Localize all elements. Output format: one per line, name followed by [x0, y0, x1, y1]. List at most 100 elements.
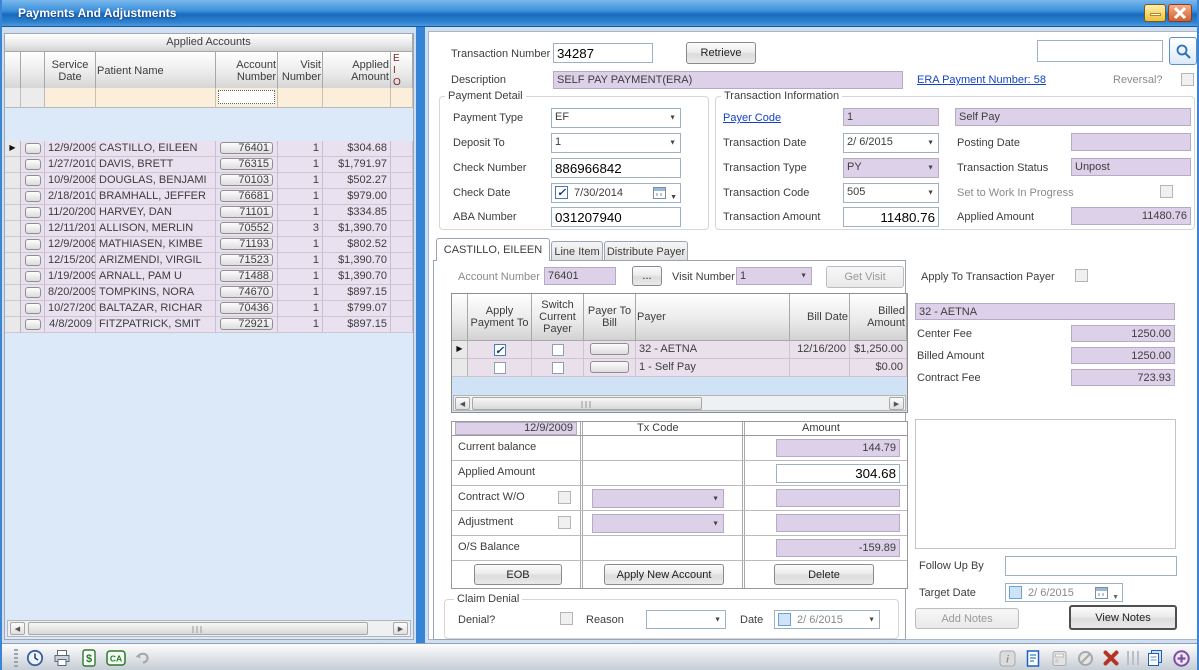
transaction-number-input[interactable] [553, 43, 653, 63]
row-select[interactable] [21, 237, 45, 253]
visit-number-dropdown[interactable]: 1 [736, 267, 812, 285]
wip-checkbox[interactable] [1160, 185, 1173, 198]
add-circle-icon[interactable] [1171, 648, 1191, 668]
transaction-code-dropdown[interactable]: 505 [843, 183, 939, 203]
info-icon[interactable]: i [997, 648, 1017, 668]
table-row[interactable]: 11/20/200HARVEY, DAN 71101 1$334.85 [5, 205, 413, 221]
delete-x-icon[interactable] [1101, 648, 1121, 668]
table-row[interactable]: 4/8/2009FITZPATRICK, SMIT 72921 1$897.15 [5, 317, 413, 333]
get-visit-button[interactable]: Get Visit [826, 266, 904, 288]
scrollbar-thumb[interactable] [472, 397, 702, 410]
follow-up-by-input[interactable] [1005, 556, 1177, 576]
target-date-picker[interactable]: 2/ 6/2015 ▼ [1005, 583, 1123, 602]
account-number-button[interactable]: 70436 [216, 301, 278, 317]
panel-splitter[interactable] [416, 27, 425, 643]
table-row[interactable]: 12/11/201ALLISON, MERLIN 70552 3$1,390.7… [5, 221, 413, 237]
account-number-button[interactable]: 76315 [216, 157, 278, 173]
row-select[interactable] [21, 253, 45, 269]
apply-to-transaction-payer-checkbox[interactable] [1075, 269, 1088, 282]
transaction-type-dropdown[interactable]: PY [843, 158, 939, 178]
account-number-button[interactable]: 70552 [216, 221, 278, 237]
account-number-button[interactable]: 71488 [216, 269, 278, 285]
payer-col-switch[interactable]: Switch Current Payer [532, 294, 584, 341]
denial-date-checkbox[interactable] [778, 613, 791, 626]
tab-distribute-payer[interactable]: Distribute Payer [604, 241, 688, 261]
denial-date-picker[interactable]: 2/ 6/2015 [774, 610, 880, 629]
scrollbar-thumb[interactable] [28, 622, 368, 635]
scroll-left-icon[interactable]: ◀ [10, 622, 25, 635]
filter-account-cell[interactable] [216, 88, 278, 108]
reversal-checkbox[interactable] [1181, 73, 1194, 86]
add-notes-button[interactable]: Add Notes [915, 608, 1019, 629]
table-row[interactable]: 2/18/2010BRAMHALL, JEFFER 76681 1$979.00 [5, 189, 413, 205]
check-number-input[interactable] [551, 158, 681, 178]
account-number-button[interactable]: 74670 [216, 285, 278, 301]
row-select[interactable] [21, 221, 45, 237]
tab-line-item[interactable]: Line Item [551, 241, 603, 261]
table-row[interactable]: 1/19/2009ARNALL, PAM U 71488 1$1,390.70 [5, 269, 413, 285]
target-date-checkbox[interactable] [1009, 586, 1022, 599]
account-number-button[interactable]: 71101 [216, 205, 278, 221]
table-row[interactable]: 8/20/2009TOMPKINS, NORA 74670 1$897.15 [5, 285, 413, 301]
denial-checkbox[interactable] [560, 612, 573, 625]
account-number-button[interactable]: 76681 [216, 189, 278, 205]
row-select[interactable] [21, 189, 45, 205]
payer-col-apply[interactable]: Apply Payment To [468, 294, 532, 341]
table-row[interactable]: 1/27/2010DAVIS, BRETT 76315 1$1,791.97 [5, 157, 413, 173]
payment-document-icon[interactable]: $ [79, 648, 99, 668]
account-number-button[interactable]: 76401 [216, 141, 278, 157]
ca-icon[interactable]: CA [106, 648, 126, 668]
payer-code-link[interactable]: Payer Code [723, 112, 781, 124]
copy-documents-icon[interactable] [1145, 648, 1165, 668]
row-select[interactable] [21, 205, 45, 221]
delete-button[interactable]: Delete [774, 564, 874, 585]
search-button[interactable] [1169, 37, 1197, 65]
check-date-checkbox[interactable]: ✓ [555, 186, 568, 199]
contract-wo-checkbox[interactable] [558, 491, 571, 504]
apply-payment-checkbox[interactable] [494, 362, 506, 374]
chevron-down-icon[interactable]: ▼ [1112, 590, 1119, 602]
check-date-picker[interactable]: ✓ 7/30/2014 ▼ [551, 183, 681, 203]
adjustment-checkbox[interactable] [558, 516, 571, 529]
era-payment-number-link[interactable]: ERA Payment Number: 58 [917, 74, 1046, 86]
clock-icon[interactable] [25, 648, 45, 668]
payment-type-dropdown[interactable]: EF [551, 108, 681, 128]
table-row[interactable]: 10/27/200BALTAZAR, RICHAR 70436 1$799.07 [5, 301, 413, 317]
blocked-icon[interactable] [1075, 648, 1095, 668]
browse-account-button[interactable]: ... [632, 266, 662, 286]
apply-new-account-button[interactable]: Apply New Account [604, 564, 724, 585]
transaction-date-dropdown[interactable]: 2/ 6/2015 [843, 133, 939, 153]
table-row[interactable]: 12/9/2008MATHIASEN, KIMBE 71193 1$802.52 [5, 237, 413, 253]
payer-col-bill-date[interactable]: Bill Date [790, 294, 850, 341]
column-header-patient-name[interactable]: Patient Name [96, 52, 216, 91]
aba-number-input[interactable] [551, 207, 681, 227]
deposit-to-dropdown[interactable]: 1 [551, 133, 681, 153]
adjustment-txcode-dropdown[interactable] [592, 514, 724, 533]
transaction-amount-input[interactable] [843, 207, 939, 227]
scroll-right-icon[interactable]: ▶ [393, 622, 408, 635]
payer-col-payer[interactable]: Payer [636, 294, 790, 341]
table-row[interactable]: 12/15/200ARIZMENDI, VIRGIL 71523 1$1,390… [5, 253, 413, 269]
undo-icon[interactable] [133, 648, 153, 668]
row-select[interactable] [21, 173, 45, 189]
account-number-button[interactable]: 71193 [216, 237, 278, 253]
apply-payment-checkbox[interactable]: ✓ [494, 344, 506, 356]
document-icon[interactable] [1023, 648, 1043, 668]
column-header-service-date[interactable]: Service Date [45, 52, 96, 91]
applied-amount-row-input[interactable] [776, 464, 900, 483]
account-number-button[interactable]: 72921 [216, 317, 278, 333]
contract-wo-txcode-dropdown[interactable] [592, 489, 724, 508]
table-row[interactable]: 10/9/2008DOUGLAS, BENJAMI 70103 1$502.27 [5, 173, 413, 189]
account-number-button[interactable]: 71523 [216, 253, 278, 269]
search-input[interactable] [1037, 40, 1163, 62]
retrieve-button[interactable]: Retrieve [686, 42, 756, 64]
payer-row[interactable]: 1 - Self Pay $0.00 [452, 359, 907, 377]
close-button[interactable] [1168, 4, 1192, 22]
eob-button[interactable]: EOB [474, 564, 562, 585]
payer-to-bill-button[interactable] [584, 341, 636, 359]
row-select[interactable] [21, 157, 45, 173]
scroll-left-icon[interactable]: ◀ [455, 397, 470, 410]
table-row[interactable]: ▶ 12/9/2009 CASTILLO, EILEEN 76401 1 $30… [5, 141, 413, 157]
row-select[interactable] [21, 285, 45, 301]
tab-patient[interactable]: CASTILLO, EILEEN [436, 238, 550, 261]
